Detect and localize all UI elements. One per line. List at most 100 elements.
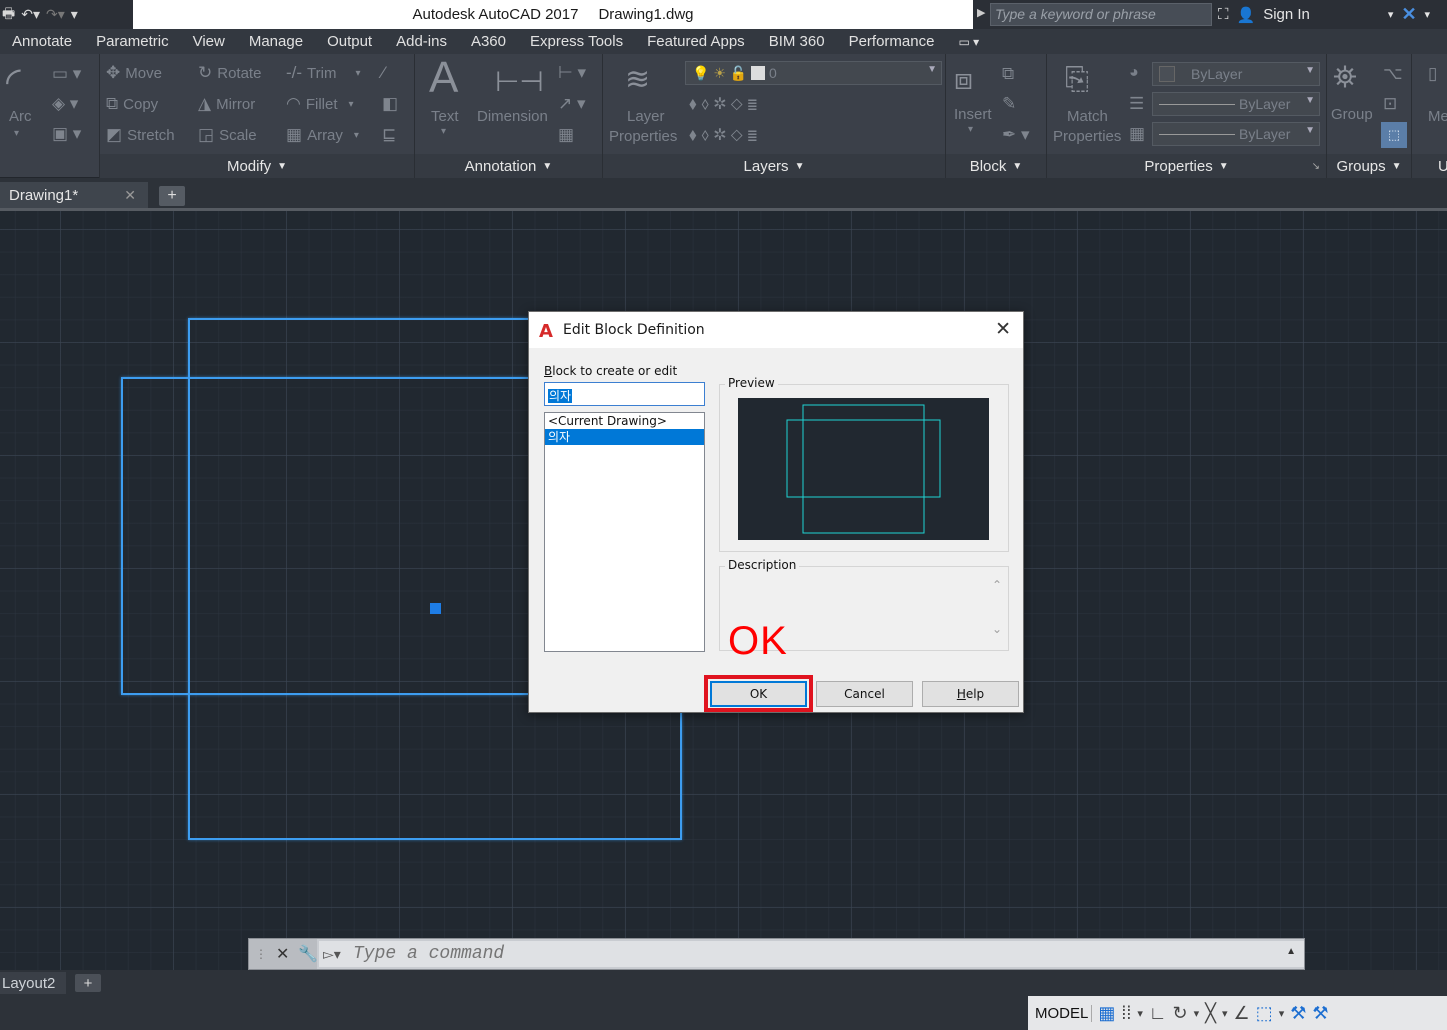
print-icon[interactable]: 🖶: [2, 3, 15, 27]
layer-tools-row-2[interactable]: ⬧ ⬨ ✲ ⬦ ≣: [689, 125, 757, 145]
fillet-button[interactable]: ◠ Fillet ▾: [286, 94, 354, 114]
erase-button[interactable]: ⁄: [382, 63, 385, 83]
layer-properties-tool[interactable]: ≋: [625, 60, 650, 100]
command-input-area[interactable]: ▻▾: [319, 941, 1304, 967]
sign-in-button[interactable]: Sign In: [1263, 6, 1310, 23]
list-item-selected-block[interactable]: 의자: [545, 429, 704, 445]
object-snap-tracking-icon[interactable]: ∠: [1234, 1003, 1250, 1024]
text-tool[interactable]: A: [429, 56, 458, 100]
close-command-line-icon[interactable]: ✕: [276, 944, 289, 964]
selected-rectangle-small[interactable]: [121, 377, 529, 695]
ortho-icon[interactable]: ∟: [1149, 1003, 1167, 1024]
hatch-tool[interactable]: ◈ ▾: [52, 94, 78, 114]
ribbon-minimize-icon[interactable]: ▭ ▾: [946, 35, 991, 49]
edit-block-icon[interactable]: ✎: [1002, 94, 1016, 114]
close-tab-icon[interactable]: ✕: [124, 187, 136, 204]
customize-qat-icon[interactable]: ▾: [71, 6, 78, 23]
mirror-button[interactable]: ◮ Mirror: [198, 94, 255, 114]
array-button[interactable]: ▦ Array ▾: [286, 125, 359, 145]
tab-express-tools[interactable]: Express Tools: [518, 33, 635, 50]
object-snap-dropdown-icon[interactable]: ▾: [1279, 1007, 1285, 1020]
help-button[interactable]: Help: [922, 681, 1019, 707]
tab-layout2[interactable]: Layout2: [0, 972, 66, 994]
grid-icon[interactable]: ▦: [1098, 1003, 1115, 1024]
layers-panel-title[interactable]: Layers ▼: [603, 154, 945, 178]
user-icon[interactable]: 👤: [1237, 6, 1256, 24]
tab-a360[interactable]: A360: [459, 33, 518, 50]
linear-dim-icon[interactable]: ⊢ ▾: [558, 63, 586, 83]
boundary-tool[interactable]: ▣ ▾: [52, 124, 81, 144]
lineweight-dropdown[interactable]: ByLayer ▼: [1152, 122, 1320, 146]
match-properties-tool[interactable]: ⎘: [1065, 60, 1089, 100]
group-edit-icon[interactable]: ⊡: [1383, 94, 1397, 114]
annotation-panel-title[interactable]: Annotation ▼: [415, 154, 602, 178]
tab-manage[interactable]: Manage: [237, 33, 315, 50]
group-tool[interactable]: ⛯: [1333, 58, 1357, 98]
polar-icon[interactable]: ↻: [1173, 1003, 1188, 1024]
exchange-icon[interactable]: ✕: [1401, 4, 1416, 25]
arc-dropdown-icon[interactable]: ▾: [14, 128, 19, 139]
new-layout-button[interactable]: +: [75, 974, 101, 992]
create-block-icon[interactable]: ⧉: [1002, 64, 1014, 84]
command-history-icon[interactable]: ▲: [1286, 946, 1296, 957]
tab-performance[interactable]: Performance: [837, 33, 947, 50]
copy-button[interactable]: ⧉ Copy: [106, 94, 158, 114]
grip-handle-icon[interactable]: ⋮: [255, 947, 267, 961]
move-button[interactable]: ✥ Move: [106, 63, 162, 83]
block-attribute-icon[interactable]: ✒ ▾: [1002, 125, 1030, 145]
leader-icon[interactable]: ↗ ▾: [558, 94, 586, 114]
explode-button[interactable]: ◧: [382, 94, 398, 114]
stretch-button[interactable]: ◩ Stretch: [106, 125, 175, 145]
offset-button[interactable]: ⊑: [382, 125, 396, 145]
snap-icon[interactable]: ⁞⁞: [1121, 1003, 1131, 1024]
tab-parametric[interactable]: Parametric: [84, 33, 181, 50]
customize-wrench-icon[interactable]: 🔧: [298, 944, 318, 964]
search-expand-icon[interactable]: ▶: [977, 6, 985, 19]
dialog-close-button[interactable]: ✕: [995, 318, 1011, 340]
layer-tools-row-1[interactable]: ⬧ ⬨ ✲ ⬦ ≣: [689, 94, 757, 114]
ungroup-icon[interactable]: ⌥: [1383, 64, 1403, 84]
rotate-button[interactable]: ↻ Rotate: [198, 63, 261, 83]
insert-dropdown-icon[interactable]: ▾: [968, 124, 973, 135]
annotation-scale-icon[interactable]: ⚒: [1290, 1003, 1306, 1024]
tab-featured-apps[interactable]: Featured Apps: [635, 33, 757, 50]
annotation-visibility-icon[interactable]: ⚒: [1312, 1003, 1328, 1024]
tab-add-ins[interactable]: Add-ins: [384, 33, 459, 50]
isodraft-icon[interactable]: ╳: [1205, 1003, 1216, 1024]
properties-panel-title[interactable]: Properties ▼ ↘: [1047, 154, 1326, 178]
scale-button[interactable]: ◲ Scale: [198, 125, 257, 145]
tab-drawing1[interactable]: Drawing1* ✕: [0, 182, 148, 208]
cancel-button[interactable]: Cancel: [816, 681, 913, 707]
layer-dropdown[interactable]: 💡 ☀ 🔓 0 ▼: [685, 61, 942, 85]
polar-dropdown-icon[interactable]: ▾: [1194, 1007, 1200, 1020]
sign-in-dropdown-icon[interactable]: ▾: [1388, 8, 1394, 21]
snap-dropdown-icon[interactable]: ▾: [1137, 1007, 1143, 1020]
utilities-panel-title[interactable]: U: [1412, 154, 1447, 178]
rectangle-tool[interactable]: ▭ ▾: [52, 64, 81, 84]
list-item-current-drawing[interactable]: <Current Drawing>: [545, 413, 704, 429]
text-dropdown-icon[interactable]: ▾: [441, 126, 446, 137]
command-input[interactable]: [353, 944, 1253, 964]
trim-button[interactable]: -/- Trim ▾: [286, 63, 361, 83]
block-base-grip[interactable]: [430, 603, 441, 614]
object-snap-icon[interactable]: ⬚: [1256, 1003, 1273, 1024]
block-list[interactable]: <Current Drawing> 의자: [544, 412, 705, 652]
group-select-icon[interactable]: ⬚: [1381, 122, 1407, 148]
color-dropdown[interactable]: ByLayer ▼: [1152, 62, 1320, 86]
command-prompt-icon[interactable]: ▻▾: [323, 946, 353, 963]
tab-output[interactable]: Output: [315, 33, 384, 50]
groups-panel-title[interactable]: Groups ▼: [1327, 154, 1411, 178]
tab-view[interactable]: View: [181, 33, 237, 50]
tab-annotate[interactable]: Annotate: [0, 33, 84, 50]
description-scrollbar[interactable]: ⌃ ⌄: [988, 570, 1008, 648]
modify-panel-title[interactable]: Modify ▼: [100, 154, 414, 178]
linetype-dropdown[interactable]: ByLayer ▼: [1152, 92, 1320, 116]
dimension-tool[interactable]: ⊢⊣: [495, 62, 544, 102]
table-icon[interactable]: ▦: [558, 125, 574, 145]
block-panel-title[interactable]: Block ▼: [946, 154, 1046, 178]
arc-tool[interactable]: ◜: [6, 62, 21, 102]
redo-icon[interactable]: ↷▾: [46, 6, 65, 23]
new-tab-button[interactable]: +: [159, 186, 185, 206]
help-dropdown-icon[interactable]: ▾: [1425, 8, 1431, 21]
search-input[interactable]: Type a keyword or phrase: [990, 3, 1212, 26]
